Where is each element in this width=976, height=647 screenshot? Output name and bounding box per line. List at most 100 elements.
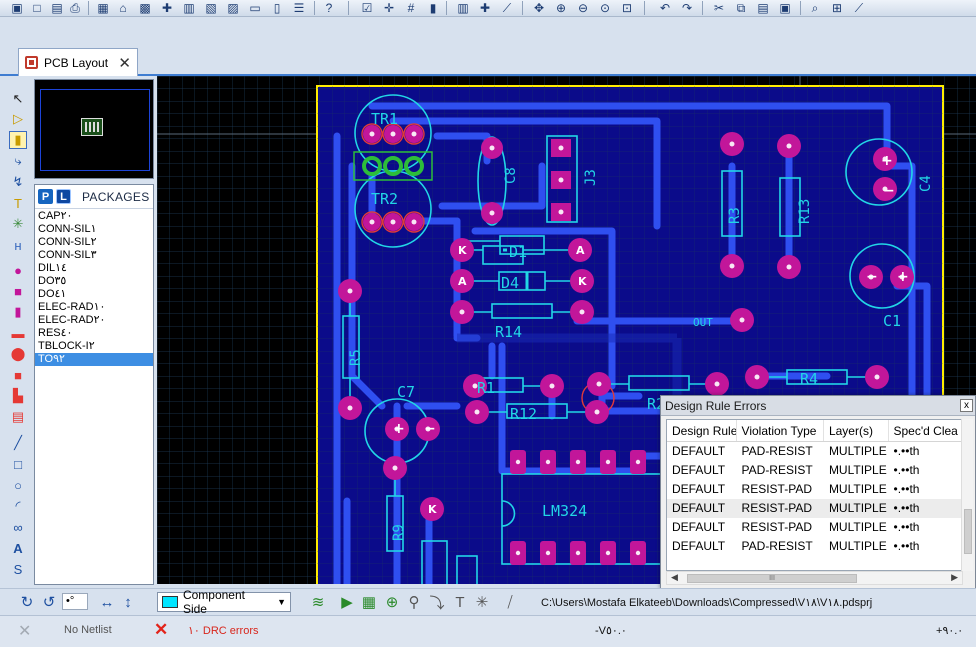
track-icon[interactable]: ⤵ [428,593,446,612]
col-violation-type[interactable]: Violation Type [737,420,824,441]
list-item[interactable]: DO٣٥ [35,275,153,288]
zoom-in-icon[interactable]: ⊕ [552,0,570,16]
layers-icon[interactable]: ≋ [309,593,327,611]
route-icon[interactable]: ⟋ [498,0,516,16]
tab-pcb-layout[interactable]: PCB Layout ✕ [18,48,138,76]
probe-icon[interactable]: ⚲ [405,593,423,611]
polygon-pad-icon[interactable]: ■ [9,366,27,384]
bar-icon[interactable]: ▥ [454,0,472,16]
list-item[interactable]: TBLOCK-I٢ [35,340,153,353]
select-icon[interactable]: ▣ [8,0,26,16]
edge-pad-icon[interactable]: ▬ [9,324,27,342]
component-mode-icon[interactable]: ▷ [9,110,27,128]
search-icon[interactable]: ⌕ [806,0,824,16]
rotate-cw-icon[interactable]: ↻ [18,593,36,611]
drc-errors-status[interactable]: ١٠ DRC errors [188,624,259,637]
box-icon[interactable]: □ [9,455,27,473]
save-icon[interactable]: ▤ [48,0,66,16]
table-row[interactable]: DEFAULT RESIST-PAD MULTIPLE •.••th [667,480,962,499]
layer-selector[interactable]: Component Side ▼ [157,588,291,616]
connectivity-icon[interactable]: ʜ [9,236,27,254]
chip-icon[interactable]: ▩ [136,0,154,16]
text-icon[interactable]: A [9,539,27,557]
import-icon[interactable]: ▦ [94,0,112,16]
component-icon[interactable]: ✚ [158,0,176,16]
path-icon[interactable]: ∞ [9,518,27,536]
help-icon[interactable]: ? [320,0,338,16]
list-item-selected[interactable]: TO٩٢ [35,353,153,366]
list-item[interactable]: CONN-SIL١ [35,223,153,236]
list-item[interactable]: ELEC-RAD١٠ [35,301,153,314]
line-icon[interactable]: ╱ [9,434,27,452]
table-row[interactable]: DEFAULT PAD-RESIST MULTIPLE •.••th [667,461,962,480]
ratsnest-mode-icon[interactable]: ✳ [9,215,27,233]
mirror-horizontal-icon[interactable]: ↔ [98,593,116,611]
pan-icon[interactable]: ✥ [530,0,548,16]
new-icon[interactable]: □ [28,0,46,16]
table-row[interactable]: DEFAULT PAD-RESIST MULTIPLE •.••th [667,442,962,461]
zoom-out-icon[interactable]: ⊖ [574,0,592,16]
redo-icon[interactable]: ↷ [678,0,696,16]
metric-icon[interactable]: ▮ [424,0,442,16]
vertical-scrollbar[interactable] [961,419,973,571]
wand-icon[interactable]: ⟋ [850,0,868,16]
pick-package-button[interactable]: P [38,189,53,204]
gerber-icon[interactable]: ▨ [224,0,242,16]
dil-pad-icon[interactable]: ▮ [9,303,27,321]
scroll-left-icon[interactable]: ◀ [671,572,678,583]
ratsnest-icon[interactable]: ✳ [473,593,491,611]
col-specd-clearance[interactable]: Spec'd Clea [889,420,962,441]
grid-icon[interactable]: # [402,0,420,16]
package-mode-icon[interactable]: ▮ [9,131,27,149]
list-item[interactable]: RES٤٠ [35,327,153,340]
circle-icon[interactable]: ○ [9,476,27,494]
junction-icon[interactable]: ✚ [476,0,494,16]
play-icon[interactable]: ▶ [338,593,356,611]
table-row-highlighted[interactable]: DEFAULT RESIST-PAD MULTIPLE •.••th [667,499,962,518]
table-row[interactable]: DEFAULT PAD-RESIST MULTIPLE •.••th [667,537,962,556]
undo-icon[interactable]: ↶ [656,0,674,16]
scroll-right-icon[interactable]: ▶ [951,572,958,583]
paste-icon[interactable]: ▤ [754,0,772,16]
padstack-icon[interactable]: ▙ [9,387,27,405]
zoom-area-icon[interactable]: ⊡ [618,0,636,16]
col-layers[interactable]: Layer(s) [824,420,889,441]
notes-icon[interactable]: ☰ [290,0,308,16]
close-icon[interactable]: x [960,399,973,412]
zoom-fit-icon[interactable]: ⊙ [596,0,614,16]
picture-icon[interactable]: ▭ [246,0,264,16]
horizontal-scrollbar[interactable]: ◀ III ▶ [666,571,963,585]
list-item[interactable]: ELEC-RAD٢٠ [35,314,153,327]
round-pad-icon[interactable]: ● [9,261,27,279]
track-mode-icon[interactable]: ⤷ [9,152,27,170]
bom-icon[interactable]: ▥ [180,0,198,16]
rotation-value-field[interactable]: •° [62,593,88,610]
list-item[interactable]: CONN-SIL٢ [35,236,153,249]
pick-icon[interactable]: ⊞ [828,0,846,16]
scroll-thumb[interactable]: III [687,574,857,583]
list-item[interactable]: CONN-SIL٣ [35,249,153,262]
rotate-ccw-icon[interactable]: ↺ [40,593,58,611]
mirror-vertical-icon[interactable]: ↕ [119,593,137,611]
zone-mode-icon[interactable]: T [9,194,27,212]
tbar-icon[interactable]: T [451,593,469,611]
print-icon[interactable]: ⎙ [66,0,84,16]
check-icon[interactable]: ☑ [358,0,376,16]
list-item[interactable]: CAP٢٠ [35,210,153,223]
block-icon[interactable]: ▣ [776,0,794,16]
pointer-icon[interactable]: ↖ [9,90,27,108]
plus-circle-icon[interactable]: ⊕ [383,593,401,611]
square-pad-icon[interactable]: ■ [9,282,27,300]
drc-error-icon[interactable]: ✕ [154,620,168,640]
copy-icon[interactable]: ⧉ [732,0,750,16]
smt-pad-icon[interactable]: ⬤ [9,345,27,363]
dialog-titlebar[interactable]: Design Rule Errors x [661,396,975,416]
overview-window[interactable] [34,79,154,179]
chevron-down-icon[interactable]: ▼ [277,597,286,607]
home-icon[interactable]: ⌂ [114,0,132,16]
doc-icon[interactable]: ▯ [268,0,286,16]
close-icon[interactable]: ✕ [118,54,131,72]
route-icon[interactable]: ▦ [360,593,378,611]
arc-icon[interactable]: ◜ [9,497,27,515]
list-item[interactable]: DO٤١ [35,288,153,301]
